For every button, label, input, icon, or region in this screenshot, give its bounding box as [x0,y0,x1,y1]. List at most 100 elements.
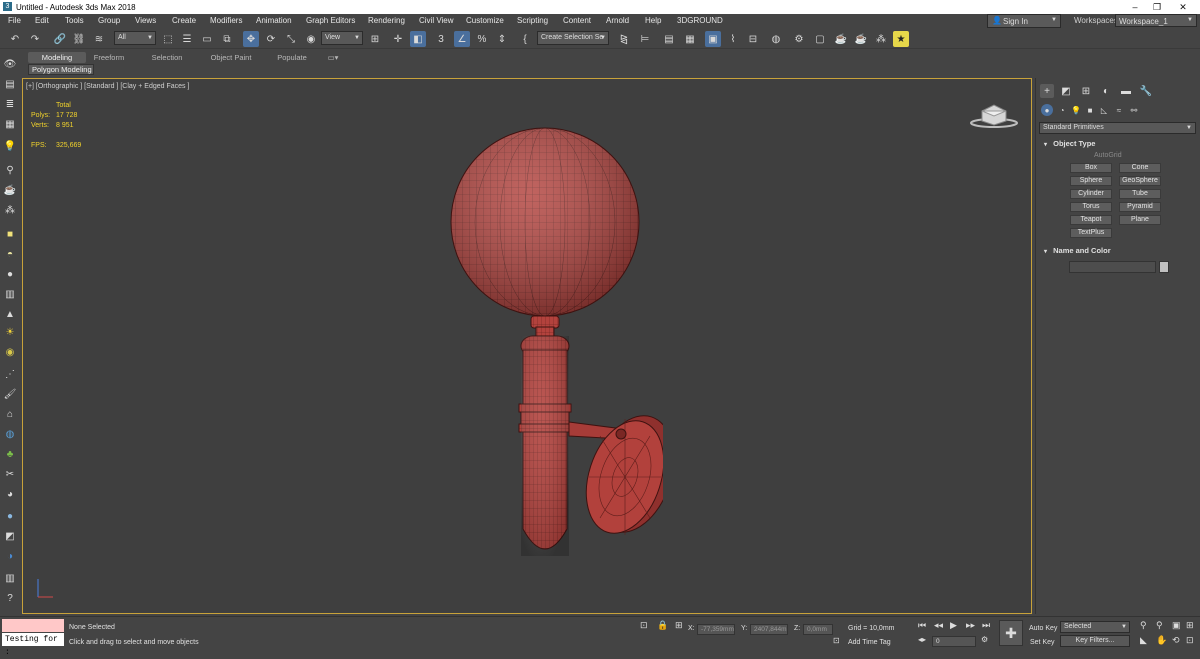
skylight-icon[interactable]: ◉ [3,345,17,359]
object-name-input[interactable] [1069,261,1156,273]
sphere-button[interactable]: Sphere [1070,176,1112,186]
select-move-icon[interactable]: ✥ [243,31,259,47]
arch-icon[interactable]: ⌂ [3,407,17,421]
viewport-layout-icon[interactable]: ▥ [3,571,17,585]
spinner-snap-icon[interactable]: ⇕ [494,31,510,47]
scene-explorer-icon[interactable]: ▤ [661,31,677,47]
time-tag-icon[interactable]: ⊡ [833,636,840,645]
textplus-button[interactable]: TextPlus [1070,228,1112,238]
set-key-big-button[interactable]: ✚ [999,620,1023,646]
zoom-all-icon[interactable]: ⚲ [1156,620,1163,631]
grid-icon[interactable]: ⋰ [3,367,17,381]
rendered-frame-window-icon[interactable]: ▢ [812,31,828,47]
cameras-icon[interactable]: ■ [1084,104,1096,116]
key-selection-dropdown[interactable]: Selected ▼ [1060,621,1130,633]
help-icon[interactable]: ? [3,591,17,605]
menu-group[interactable]: Group [98,16,120,25]
menu-tools[interactable]: Tools [65,16,84,25]
display-tab-icon[interactable]: ▬ [1119,84,1133,98]
y-coordinate-input[interactable]: 2407,844m [750,624,788,635]
layer-explorer-icon[interactable]: ▦ [682,31,698,47]
current-frame-input[interactable]: 0 [932,636,976,647]
shapes-icon[interactable]: ◔ [1056,104,1068,116]
maximize-viewport-icon[interactable]: ⊡ [1186,635,1194,646]
minimize-icon[interactable]: – [1124,1,1146,13]
autogrid-checkbox[interactable]: AutoGrid [1094,152,1122,159]
material-editor-icon[interactable]: ◍ [768,31,784,47]
asset-tracking-icon[interactable]: ★ [893,31,909,47]
next-frame-icon[interactable]: ▸▸ [966,620,975,631]
curve-editor-icon[interactable]: ⌇ [725,31,741,47]
cylinder-button[interactable]: Cylinder [1070,189,1112,199]
viewcube-icon[interactable] [969,101,1019,129]
menu-animation[interactable]: Animation [256,16,292,25]
dome-icon[interactable]: ◓ [3,247,17,261]
geometry-icon[interactable]: ● [1041,104,1053,116]
torus-button[interactable]: Torus [1070,202,1112,212]
tab-modeling[interactable]: Modeling [28,52,86,63]
field-of-view-icon[interactable]: ◣ [1140,635,1147,646]
bind-space-warp-icon[interactable]: ≋ [91,31,107,47]
menu-arnold[interactable]: Arnold [606,16,629,25]
pan-icon[interactable]: ✋ [1156,635,1167,646]
knife-icon[interactable]: ✂ [3,467,17,481]
keyboard-shortcut-override-icon[interactable]: ◧ [410,31,426,47]
previous-frame-icon[interactable]: ◂◂ [934,620,943,631]
set-key-button[interactable]: Set Key [1030,639,1055,646]
teapot-button[interactable]: Teapot [1070,215,1112,225]
unlink-icon[interactable]: ⛓ [71,31,87,47]
menu-content[interactable]: Content [563,16,591,25]
select-manipulate-icon[interactable]: ✛ [390,31,406,47]
tab-freeform[interactable]: Freeform [86,52,132,63]
viewport-label[interactable]: [+] [Orthographic ] [Standard ] [Clay + … [26,83,189,90]
motion-tab-icon[interactable]: ◐ [1099,84,1113,98]
menu-create[interactable]: Create [172,16,196,25]
orbit-icon[interactable]: ⟲ [1172,635,1180,646]
tree-icon[interactable]: ♣ [3,447,17,461]
menu-views[interactable]: Views [135,16,156,25]
restore-icon[interactable]: ❐ [1146,1,1168,13]
systems-icon[interactable]: ⚯ [1128,104,1140,116]
align-icon[interactable]: ⊨ [637,31,653,47]
sphere-icon[interactable]: ● [3,267,17,281]
selection-filter-dropdown[interactable]: All ▼ [114,31,156,45]
hierarchy-tab-icon[interactable]: ⊞ [1079,84,1093,98]
snaps-toggle-icon[interactable]: 3 [433,31,449,47]
zoom-extents-icon[interactable]: ▣ [1172,620,1181,631]
tube-button[interactable]: Tube [1119,189,1161,199]
isolate-selection-icon[interactable]: ⊡ [640,620,648,631]
tab-object-paint[interactable]: Object Paint [203,52,259,63]
lights-icon[interactable]: 💡 [1070,104,1082,116]
selection-lock-icon[interactable]: 🔒 [657,620,668,631]
cone-button[interactable]: Cone [1119,163,1161,173]
auto-key-button[interactable]: Auto Key [1029,625,1057,632]
render-setup-icon[interactable]: ⚙ [791,31,807,47]
menu-help[interactable]: Help [645,16,661,25]
render-production-icon[interactable]: ☕ [833,31,849,47]
menu-modifiers[interactable]: Modifiers [210,16,242,25]
modify-tab-icon[interactable]: ◩ [1059,84,1073,98]
rollout-name-and-color[interactable]: ▾ Name and Color [1039,245,1196,257]
menu-rendering[interactable]: Rendering [368,16,405,25]
render-in-cloud-icon[interactable]: ⁂ [873,31,889,47]
object-color-swatch[interactable] [1159,261,1169,273]
menu-scripting[interactable]: Scripting [517,16,548,25]
x-coordinate-input[interactable]: -77,359mm [697,624,735,635]
menu-3dground[interactable]: 3DGROUND [677,16,723,25]
workspace-dropdown[interactable]: Workspace_1 ▼ [1115,14,1197,27]
menu-graph-editors[interactable]: Graph Editors [306,16,355,25]
box-button[interactable]: Box [1070,163,1112,173]
sign-in-button[interactable]: 👤 Sign In ▼ [987,14,1061,28]
cone-icon[interactable]: ▲ [3,307,17,321]
schematic-view-icon[interactable]: ⊟ [745,31,761,47]
primitive-category-dropdown[interactable]: Standard Primitives ▼ [1039,122,1196,134]
undo-icon[interactable]: ↶ [7,31,23,47]
brush-icon[interactable]: 🖌 [3,387,17,401]
box-icon[interactable]: ■ [3,227,17,241]
render-sphere-icon[interactable]: ● [3,509,17,523]
zoom-extents-all-icon[interactable]: ⊞ [1186,620,1194,631]
eye-icon[interactable]: 👁 [3,57,17,71]
sun-icon[interactable]: ☀ [3,325,17,339]
wall-lamp-model[interactable] [413,124,663,564]
menu-file[interactable]: File [8,16,21,25]
